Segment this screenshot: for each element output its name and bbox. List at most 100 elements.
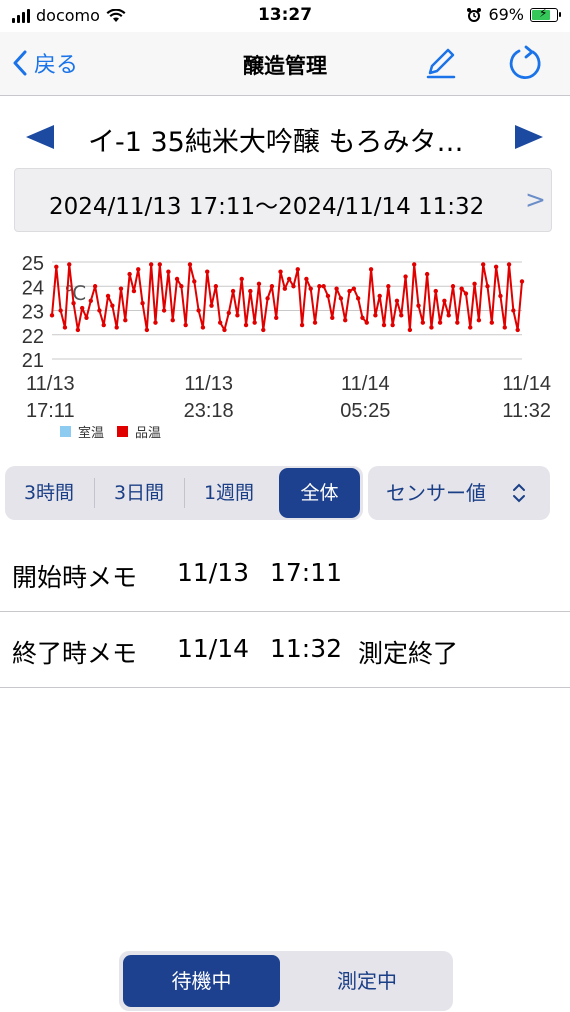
data-point bbox=[463, 291, 469, 296]
data-point bbox=[123, 318, 128, 323]
x-tick-label: 17:11 bbox=[26, 400, 75, 422]
series-line bbox=[51, 263, 523, 331]
standby-button[interactable]: 待機中 bbox=[123, 955, 280, 1007]
data-point bbox=[62, 325, 68, 330]
end-memo-time: 11:32 bbox=[270, 634, 343, 663]
segment-3-hours[interactable]: 3時間 bbox=[5, 466, 93, 520]
data-point bbox=[157, 262, 162, 267]
data-point bbox=[179, 284, 184, 289]
navigation-bar: 戻る 醸造管理 bbox=[0, 32, 570, 96]
end-memo-label: 終了時メモ bbox=[12, 639, 138, 668]
data-point bbox=[377, 293, 382, 299]
x-tick-label: 11/14 bbox=[341, 373, 390, 395]
battery-percent: 69% bbox=[488, 5, 524, 24]
x-tick-label: 11/13 bbox=[184, 373, 233, 395]
data-point bbox=[304, 276, 309, 282]
battery-icon: ⚡ bbox=[530, 6, 561, 22]
data-point bbox=[274, 315, 279, 320]
start-memo-time: 17:11 bbox=[270, 558, 343, 587]
end-memo-row[interactable]: 終了時メモ 11/14 11:32 測定終了 bbox=[0, 612, 570, 688]
data-point bbox=[459, 286, 464, 291]
data-point bbox=[200, 325, 206, 330]
data-point bbox=[446, 313, 451, 318]
period-segment-control: 3時間 3日間 1週間 全体 bbox=[5, 466, 363, 520]
data-point bbox=[131, 288, 137, 294]
data-point bbox=[386, 284, 391, 289]
data-point bbox=[416, 303, 421, 308]
next-sake-button[interactable] bbox=[515, 125, 543, 149]
data-point bbox=[390, 322, 395, 328]
data-point bbox=[355, 296, 361, 301]
data-point bbox=[170, 318, 175, 323]
legend-swatch bbox=[117, 426, 128, 437]
y-tick-label: 25 bbox=[22, 253, 44, 275]
segment-1-week[interactable]: 1週間 bbox=[185, 466, 273, 520]
data-point bbox=[325, 293, 331, 299]
x-tick-label: 23:18 bbox=[184, 400, 234, 422]
data-point bbox=[278, 269, 283, 274]
legend-label: 室温 bbox=[78, 425, 104, 441]
data-point bbox=[183, 322, 188, 328]
data-point bbox=[226, 310, 231, 316]
data-point bbox=[144, 327, 150, 333]
refresh-icon[interactable] bbox=[507, 44, 545, 82]
data-point bbox=[196, 308, 201, 313]
data-point bbox=[381, 322, 387, 328]
segment-all[interactable]: 全体 bbox=[279, 468, 360, 518]
date-range-text: 2024/11/13 17:11〜2024/11/14 11:32 bbox=[49, 194, 485, 220]
data-point bbox=[161, 308, 167, 313]
data-point bbox=[343, 318, 348, 323]
data-point bbox=[493, 264, 499, 270]
data-point bbox=[286, 276, 292, 282]
previous-sake-button[interactable] bbox=[26, 125, 54, 149]
data-point bbox=[455, 320, 460, 325]
x-tick-label: 11/14 bbox=[502, 373, 551, 395]
data-point bbox=[368, 267, 374, 272]
data-point bbox=[291, 284, 296, 289]
data-point bbox=[127, 271, 132, 277]
data-point bbox=[166, 269, 171, 274]
start-memo-row[interactable]: 開始時メモ 11/13 17:11 bbox=[0, 536, 570, 612]
data-point bbox=[472, 281, 477, 287]
data-point bbox=[420, 320, 426, 325]
data-point bbox=[110, 303, 115, 308]
data-point bbox=[424, 271, 430, 277]
data-point bbox=[282, 286, 288, 291]
data-point bbox=[88, 298, 94, 303]
sensor-select-value: センサー値 bbox=[386, 481, 486, 505]
data-point bbox=[468, 325, 473, 330]
data-point bbox=[92, 284, 98, 289]
data-point bbox=[192, 279, 197, 284]
page-title: 醸造管理 bbox=[243, 54, 327, 78]
sensor-value-select[interactable]: センサー値 bbox=[368, 466, 550, 520]
data-point bbox=[243, 322, 249, 328]
data-point bbox=[205, 269, 210, 274]
data-point bbox=[140, 301, 145, 306]
data-point bbox=[75, 327, 81, 333]
data-point bbox=[71, 301, 76, 306]
sake-selector: イ-1 35純米大吟醸 もろみタ… bbox=[0, 112, 570, 164]
data-point bbox=[338, 296, 344, 301]
data-point bbox=[252, 320, 257, 325]
segment-3-days[interactable]: 3日間 bbox=[95, 466, 183, 520]
chevron-up-down-icon bbox=[513, 483, 525, 503]
data-point bbox=[394, 298, 400, 303]
y-tick-label: 23 bbox=[22, 302, 44, 324]
data-point bbox=[261, 327, 266, 333]
data-point bbox=[480, 262, 486, 267]
data-point bbox=[412, 262, 417, 267]
edit-icon[interactable] bbox=[424, 46, 458, 80]
y-tick-label: 22 bbox=[22, 326, 44, 348]
data-point bbox=[79, 305, 85, 311]
status-bar: docomo 13:27 69% ⚡ bbox=[0, 0, 570, 32]
data-point bbox=[217, 320, 223, 325]
data-point bbox=[308, 286, 313, 291]
data-point bbox=[114, 325, 119, 330]
date-range-selector[interactable]: 2024/11/13 17:11〜2024/11/14 11:32 > bbox=[14, 168, 552, 232]
legend-label: 品温 bbox=[135, 426, 161, 441]
measuring-button[interactable]: 測定中 bbox=[287, 951, 447, 1011]
x-tick-label: 05:25 bbox=[340, 400, 390, 422]
data-point bbox=[506, 262, 512, 267]
data-point bbox=[450, 284, 456, 289]
data-point bbox=[476, 318, 482, 323]
